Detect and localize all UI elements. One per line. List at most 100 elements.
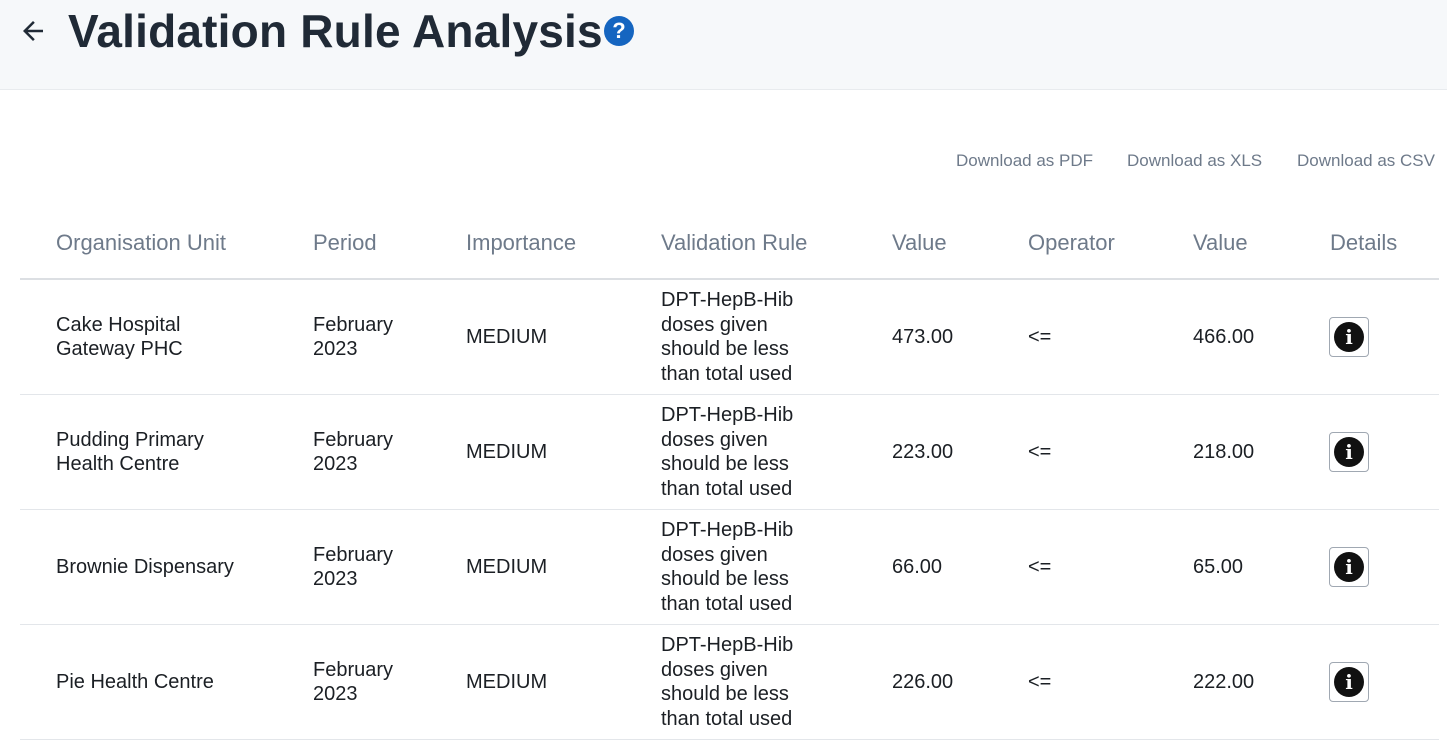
details-button[interactable]: i xyxy=(1329,547,1369,587)
info-icon: i xyxy=(1334,322,1364,352)
period-cell-line: February xyxy=(313,658,394,681)
validation-rule-cell-line: should be less xyxy=(661,568,789,590)
validation-rule-cell-line: doses given xyxy=(661,543,768,566)
period-cell: February 2023 xyxy=(313,280,433,394)
operator-cell-text: <= xyxy=(1028,440,1052,463)
organisation-unit-cell: Brownie Dispensary xyxy=(56,510,286,624)
details-button[interactable]: i xyxy=(1329,662,1369,702)
info-icon: i xyxy=(1334,667,1364,697)
right-value-cell-text: 218.00 xyxy=(1193,440,1255,463)
importance-cell-text: MEDIUM xyxy=(466,440,548,463)
organisation-unit-cell-line: Brownie Dispensary xyxy=(56,555,234,578)
period-cell-line: February xyxy=(313,428,394,451)
column-header-right-value[interactable]: Value xyxy=(1193,228,1248,258)
validation-rule-cell-line: than total used xyxy=(661,707,793,730)
validation-rule-cell: DPT-HepB-Hib doses given should be less tha… xyxy=(661,510,831,624)
validation-rule-cell-line: than total used xyxy=(661,592,793,615)
period-cell-line: February xyxy=(313,543,394,566)
details-cell: i xyxy=(1329,625,1389,739)
left-value-cell-text: 226.00 xyxy=(892,670,954,693)
table-row: Pudding Primary Health Centre February 2023… xyxy=(20,395,1439,510)
organisation-unit-cell: Pie Health Centre xyxy=(56,625,286,739)
table-body: Cake Hospital Gateway PHC February 2023 MEDI… xyxy=(20,280,1439,740)
left-value-cell-text: 223.00 xyxy=(892,440,954,463)
right-value-cell-text: 466.00 xyxy=(1193,325,1255,348)
validation-rule-cell-line: doses given xyxy=(661,313,768,336)
right-value-cell: 218.00 xyxy=(1193,395,1303,509)
importance-cell: MEDIUM xyxy=(466,280,626,394)
table-header: Organisation Unit Period Importance Vali… xyxy=(20,210,1439,280)
page-title: Validation Rule Analysis xyxy=(68,5,603,57)
details-cell: i xyxy=(1329,395,1389,509)
download-csv-link[interactable]: Download as CSV xyxy=(1297,149,1435,173)
validation-rule-cell-line: DPT-HepB-Hib xyxy=(661,634,794,656)
organisation-unit-cell-line: Gateway PHC xyxy=(56,338,183,360)
column-header-left-value[interactable]: Value xyxy=(892,228,947,258)
importance-cell: MEDIUM xyxy=(466,625,626,739)
operator-cell: <= xyxy=(1028,510,1108,624)
download-links: Download as PDF Download as XLS Download… xyxy=(0,149,1447,173)
importance-cell: MEDIUM xyxy=(466,395,626,509)
operator-cell: <= xyxy=(1028,395,1108,509)
period-cell-line: February xyxy=(313,313,394,336)
right-value-cell: 65.00 xyxy=(1193,510,1303,624)
column-header-importance[interactable]: Importance xyxy=(466,228,576,258)
operator-cell-text: <= xyxy=(1028,325,1052,348)
details-cell: i xyxy=(1329,280,1389,394)
details-cell: i xyxy=(1329,510,1389,624)
table-row: Pie Health Centre February 2023 MEDIUM DPT-H… xyxy=(20,625,1439,740)
left-value-cell-text: 473.00 xyxy=(892,325,954,348)
organisation-unit-cell: Pudding Primary Health Centre xyxy=(56,395,286,509)
download-xls-link[interactable]: Download as XLS xyxy=(1127,149,1262,173)
period-cell: February 2023 xyxy=(313,510,433,624)
validation-rule-cell: DPT-HepB-Hib doses given should be less tha… xyxy=(661,395,831,509)
validation-rule-cell-line: than total used xyxy=(661,477,793,500)
validation-rule-cell-line: should be less xyxy=(661,338,789,360)
period-cell: February 2023 xyxy=(313,625,433,739)
download-pdf-link[interactable]: Download as PDF xyxy=(956,149,1093,173)
validation-rule-cell-line: DPT-HepB-Hib xyxy=(661,289,794,311)
operator-cell-text: <= xyxy=(1028,555,1052,578)
info-icon: i xyxy=(1334,437,1364,467)
organisation-unit-cell: Cake Hospital Gateway PHC xyxy=(56,280,286,394)
validation-rule-cell-line: doses given xyxy=(661,658,768,681)
validation-results-table: Organisation Unit Period Importance Vali… xyxy=(20,210,1439,740)
column-header-period[interactable]: Period xyxy=(313,228,377,258)
details-button[interactable]: i xyxy=(1329,317,1369,357)
validation-rule-cell-line: doses given xyxy=(661,428,768,451)
left-value-cell: 223.00 xyxy=(892,395,1002,509)
period-cell-line: 2023 xyxy=(313,568,358,590)
operator-cell: <= xyxy=(1028,625,1108,739)
organisation-unit-cell-line: Cake Hospital xyxy=(56,313,181,336)
validation-rule-cell-line: should be less xyxy=(661,683,789,705)
column-header-validation-rule[interactable]: Validation Rule xyxy=(661,228,807,258)
importance-cell-text: MEDIUM xyxy=(466,670,548,693)
info-icon: i xyxy=(1334,552,1364,582)
left-value-cell-text: 66.00 xyxy=(892,555,943,578)
page-header: Validation Rule Analysis ? xyxy=(0,0,1447,90)
right-value-cell-text: 65.00 xyxy=(1193,555,1244,578)
importance-cell-text: MEDIUM xyxy=(466,555,548,578)
right-value-cell: 222.00 xyxy=(1193,625,1303,739)
operator-cell: <= xyxy=(1028,280,1108,394)
right-value-cell-text: 222.00 xyxy=(1193,670,1255,693)
right-value-cell: 466.00 xyxy=(1193,280,1303,394)
period-cell: February 2023 xyxy=(313,395,433,509)
left-value-cell: 66.00 xyxy=(892,510,1002,624)
importance-cell: MEDIUM xyxy=(466,510,626,624)
back-button[interactable] xyxy=(16,14,50,48)
column-header-organisation-unit[interactable]: Organisation Unit xyxy=(56,228,226,258)
importance-cell-text: MEDIUM xyxy=(466,325,548,348)
column-header-operator[interactable]: Operator xyxy=(1028,228,1115,258)
organisation-unit-cell-line: Pudding Primary xyxy=(56,428,204,451)
period-cell-line: 2023 xyxy=(313,453,358,475)
table-row: Brownie Dispensary February 2023 MEDIUM DPT-… xyxy=(20,510,1439,625)
table-row: Cake Hospital Gateway PHC February 2023 MEDI… xyxy=(20,280,1439,395)
validation-rule-cell: DPT-HepB-Hib doses given should be less tha… xyxy=(661,280,831,394)
column-header-details: Details xyxy=(1330,230,1398,255)
question-circle-icon[interactable]: ? xyxy=(604,16,634,46)
period-cell-line: 2023 xyxy=(313,338,358,360)
validation-rule-cell-line: DPT-HepB-Hib xyxy=(661,404,794,426)
details-button[interactable]: i xyxy=(1329,432,1369,472)
arrow-left-icon xyxy=(23,21,43,41)
